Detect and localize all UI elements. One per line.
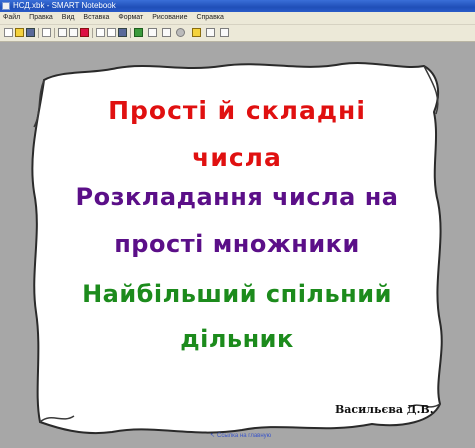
- undo-icon[interactable]: [58, 28, 67, 37]
- menu-file[interactable]: Файл: [3, 12, 20, 24]
- toolbar-separator: [130, 28, 131, 38]
- new-icon[interactable]: [4, 28, 13, 37]
- workspace-canvas[interactable]: Прості й складні числа Розкладання числа…: [0, 42, 475, 448]
- toolbar-separator: [92, 28, 93, 38]
- eraser-icon[interactable]: [148, 28, 157, 37]
- paste-icon[interactable]: [42, 28, 51, 37]
- slide-gcd-line2[interactable]: дільник: [22, 325, 452, 353]
- slide-subtitle-line1[interactable]: Розкладання числа на: [22, 183, 452, 211]
- menu-bar: Файл Правка Вид Вставка Формат Рисование…: [0, 12, 475, 25]
- toolbar-separator: [54, 28, 55, 38]
- menu-view[interactable]: Вид: [62, 12, 75, 24]
- table-icon[interactable]: [118, 28, 127, 37]
- redo-icon[interactable]: [69, 28, 78, 37]
- link-arrow-icon: ↖: [210, 433, 216, 439]
- slide-page: Прості й складні числа Розкладання числа…: [22, 52, 452, 442]
- more-icon[interactable]: [220, 28, 229, 37]
- screen-icon[interactable]: [96, 28, 105, 37]
- slide-subtitle-line2[interactable]: прості множники: [22, 230, 452, 258]
- menu-edit[interactable]: Правка: [29, 12, 53, 24]
- toolbar: [0, 25, 475, 42]
- page-link-text[interactable]: Ссылка на главную: [217, 433, 271, 439]
- fullscreen-icon[interactable]: [107, 28, 116, 37]
- line-icon[interactable]: [162, 28, 171, 37]
- toolbar-separator: [38, 28, 39, 38]
- open-icon[interactable]: [15, 28, 24, 37]
- text-icon[interactable]: [206, 28, 215, 37]
- slide-title-line2[interactable]: числа: [22, 143, 452, 172]
- slide-title-line1[interactable]: Прості й складні: [22, 96, 452, 125]
- app-icon: [2, 2, 10, 10]
- page-link[interactable]: ↖ Ссылка на главную: [210, 432, 271, 439]
- pen-icon[interactable]: [134, 28, 143, 37]
- title-bar: НСД.xbk - SMART Notebook: [0, 0, 475, 12]
- fill-icon[interactable]: [192, 28, 201, 37]
- slide-gcd-line1[interactable]: Найбільший спільний: [22, 280, 452, 308]
- save-icon[interactable]: [26, 28, 35, 37]
- menu-draw[interactable]: Рисование: [152, 12, 187, 24]
- menu-insert[interactable]: Вставка: [83, 12, 109, 24]
- menu-format[interactable]: Формат: [118, 12, 143, 24]
- shape-icon[interactable]: [176, 28, 185, 37]
- window-title: НСД.xbk - SMART Notebook: [13, 1, 116, 10]
- delete-icon[interactable]: [80, 28, 89, 37]
- menu-help[interactable]: Справка: [196, 12, 223, 24]
- author-name: Васильєва Д.В.: [335, 403, 434, 416]
